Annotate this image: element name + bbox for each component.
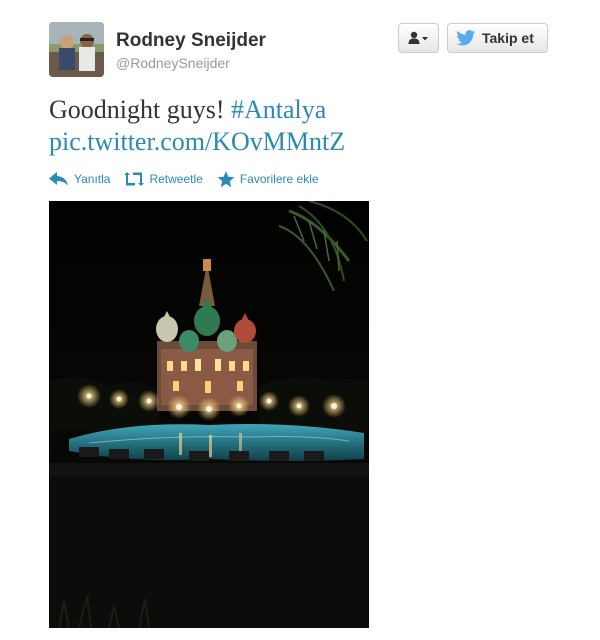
retweet-action[interactable]: Retweetle — [124, 172, 203, 186]
night-palace-photo — [49, 201, 369, 628]
follow-label: Takip et — [482, 30, 534, 46]
reply-label: Yanıtla — [74, 172, 111, 186]
hashtag-link[interactable]: #Antalya — [231, 95, 326, 124]
retweet-label: Retweetle — [149, 172, 203, 186]
user-icon — [408, 31, 428, 44]
reply-action[interactable]: Yanıtla — [49, 172, 110, 186]
chevron-down-icon — [421, 37, 428, 41]
user-info[interactable]: Rodney Sneijder @RodneySneijder — [116, 30, 266, 73]
user-handle[interactable]: @RodneySneijder — [116, 53, 266, 73]
favorite-label: Favorilere ekle — [239, 172, 319, 186]
reply-icon — [49, 172, 68, 186]
favorite-action[interactable]: Favorilere ekle — [217, 170, 319, 188]
tweet-card: Rodney Sneijder @RodneySneijder Takip et… — [0, 0, 600, 640]
user-dropdown-button[interactable] — [398, 23, 439, 53]
tweet-photo[interactable] — [49, 201, 369, 628]
pic-link[interactable]: pic.twitter.com/KOvMMntZ — [49, 127, 345, 156]
star-icon — [217, 170, 235, 187]
tweet-text-plain: Goodnight guys! — [49, 95, 231, 124]
user-fullname[interactable]: Rodney Sneijder — [116, 30, 266, 52]
tweet-actions: Yanıtla Retweetle Favorilere ekle — [49, 169, 333, 189]
twitter-bird-icon — [456, 30, 476, 46]
follow-button[interactable]: Takip et — [447, 23, 548, 53]
avatar[interactable] — [49, 22, 104, 77]
tweet-header: Rodney Sneijder @RodneySneijder Takip et — [49, 22, 559, 82]
retweet-icon — [124, 172, 145, 186]
tweet-text: Goodnight guys! #Antalya pic.twitter.com… — [49, 94, 569, 158]
